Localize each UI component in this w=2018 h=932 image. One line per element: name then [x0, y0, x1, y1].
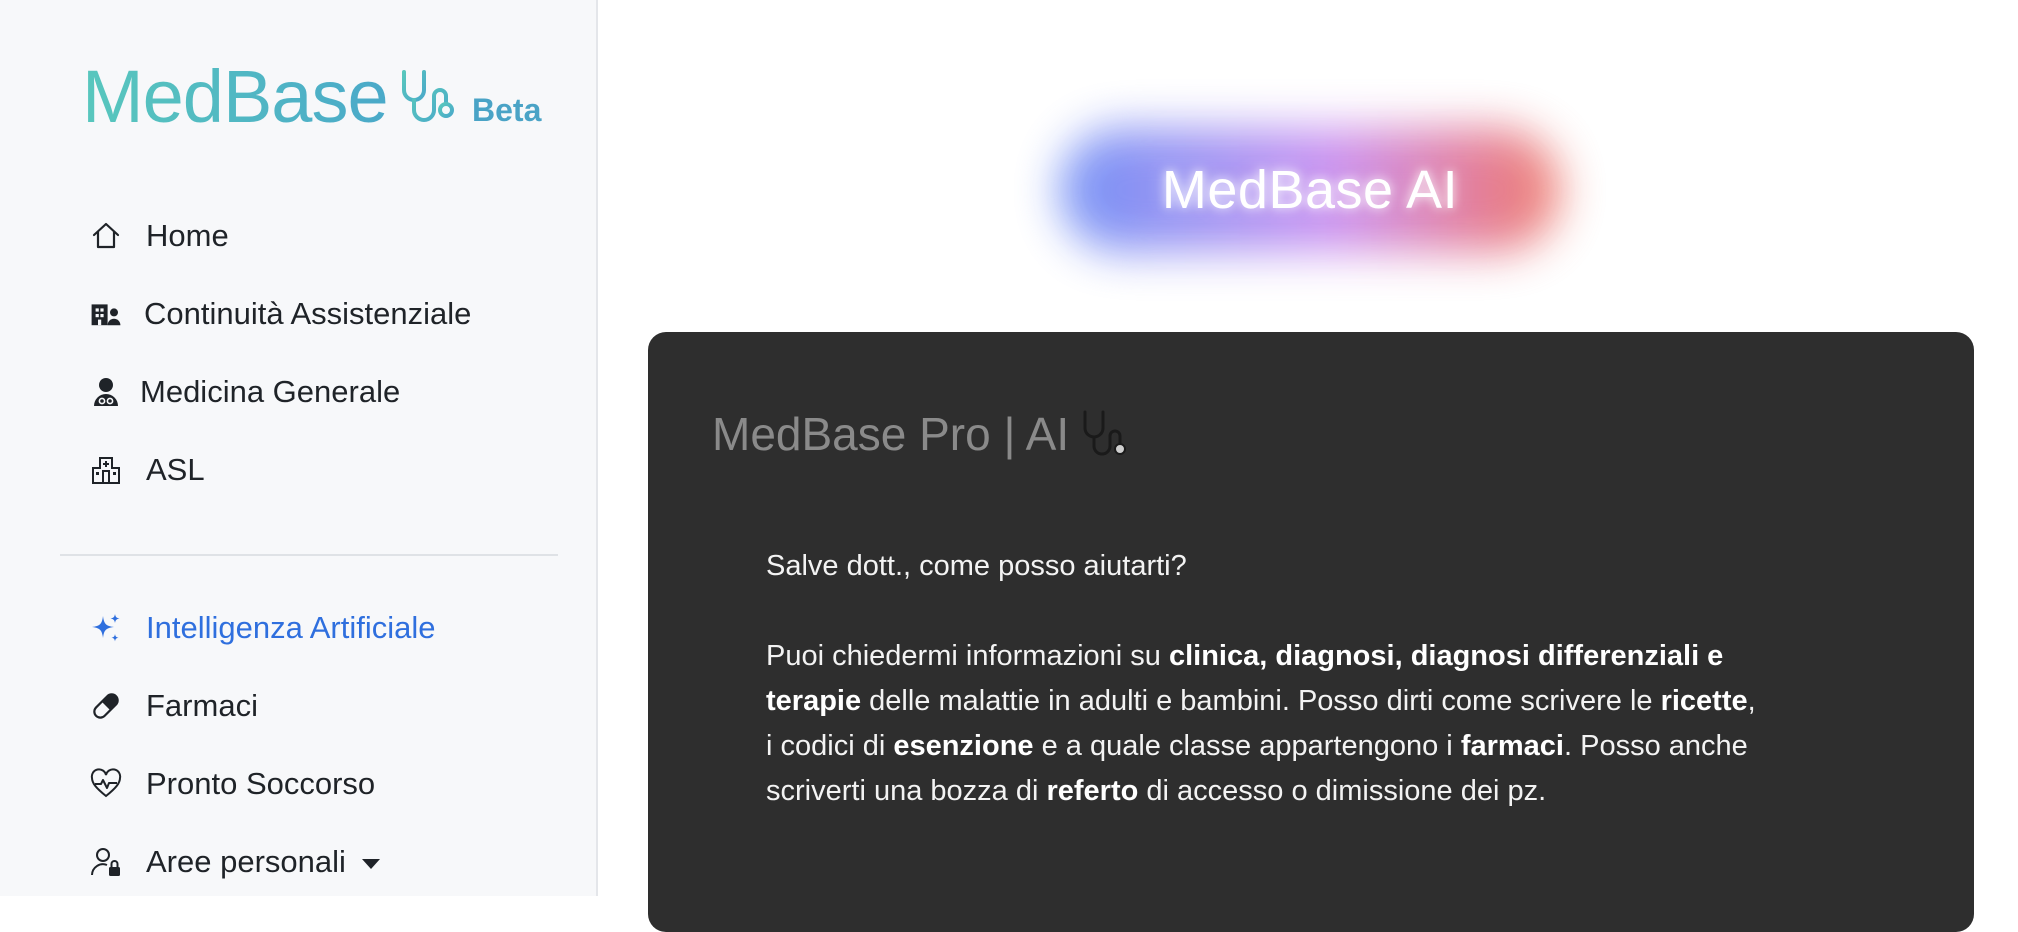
- sidebar-item-continuita-assistenziale[interactable]: Continuità Assistenziale: [90, 284, 471, 344]
- beta-badge: Beta: [472, 92, 542, 128]
- stethoscope-icon: [1083, 410, 1127, 456]
- sidebar-item-label: Aree personali: [146, 844, 346, 879]
- hero-title: MedBase AI: [1161, 160, 1459, 220]
- intro-text-1: Puoi chiedermi informazioni su: [766, 640, 1169, 672]
- heart-pulse-icon: [90, 768, 122, 800]
- home-icon: [90, 220, 122, 252]
- hospital-icon: [90, 454, 122, 486]
- intro-text-4: e a quale classe appartengono i: [1033, 730, 1461, 762]
- sidebar-item-aree-personali[interactable]: Aree personali: [90, 832, 380, 892]
- hero-banner: MedBase AI: [1040, 110, 1580, 270]
- sidebar-item-label: Home: [146, 218, 229, 253]
- intro-bold-5: referto: [1046, 775, 1139, 807]
- sidebar-divider: [60, 554, 558, 556]
- brand-logo[interactable]: MedBase: [82, 52, 389, 142]
- intro-text-2: delle malattie in adulti e bambini. Poss…: [861, 685, 1661, 717]
- chat-card: MedBase Pro | AI Salve dott., come posso…: [648, 332, 1974, 932]
- sidebar-item-label: Pronto Soccorso: [146, 766, 376, 801]
- sidebar-item-label: Farmaci: [146, 688, 258, 723]
- chat-title: MedBase Pro | AI: [712, 408, 1070, 460]
- sparkles-icon: [90, 612, 122, 644]
- assistant-message: Salve dott., come posso aiutarti? Puoi c…: [766, 544, 1766, 814]
- sidebar-item-home[interactable]: Home: [90, 206, 229, 266]
- doctor-icon: [90, 376, 122, 408]
- sidebar-item-label: Medicina Generale: [140, 374, 401, 409]
- sidebar-item-label: Intelligenza Artificiale: [146, 610, 436, 645]
- sidebar-item-label: Continuità Assistenziale: [144, 296, 472, 331]
- chat-header: MedBase Pro | AI: [712, 404, 1127, 464]
- hospital-user-icon: [90, 298, 122, 330]
- brand-name: MedBase: [82, 52, 389, 142]
- intro-bold-4: farmaci: [1460, 730, 1564, 762]
- sidebar-item-intelligenza-artificiale[interactable]: Intelligenza Artificiale: [90, 598, 436, 658]
- sidebar-item-medicina-generale[interactable]: Medicina Generale: [90, 362, 400, 422]
- stethoscope-icon: [402, 70, 454, 122]
- pill-icon: [90, 690, 122, 722]
- intro-bold-3: esenzione: [893, 730, 1034, 762]
- sidebar-item-label: ASL: [146, 452, 205, 487]
- intro-text: Puoi chiedermi informazioni su clinica, …: [766, 634, 1766, 814]
- intro-bold-2: ricette: [1660, 685, 1748, 717]
- person-lock-icon: [90, 846, 122, 878]
- sidebar: MedBase Beta Home Continuità Assistenzia…: [0, 0, 598, 896]
- greeting-text: Salve dott., come posso aiutarti?: [766, 550, 1187, 582]
- sidebar-item-asl[interactable]: ASL: [90, 440, 205, 500]
- chevron-down-icon: [361, 859, 380, 869]
- sidebar-item-farmaci[interactable]: Farmaci: [90, 676, 258, 736]
- sidebar-item-pronto-soccorso[interactable]: Pronto Soccorso: [90, 754, 375, 814]
- intro-text-6: di accesso o dimissione dei pz.: [1138, 775, 1547, 807]
